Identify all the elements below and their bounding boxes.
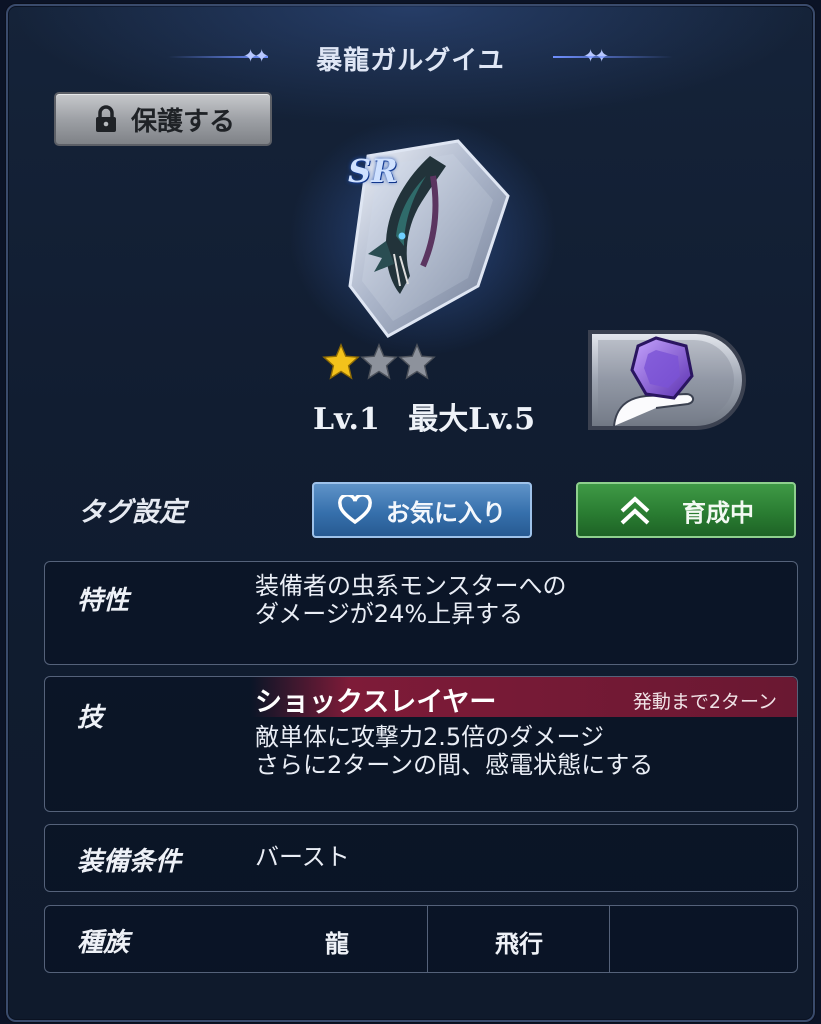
item-detail-window: ✦✦ 暴龍ガルグイユ ✦✦ 保護する SR Lv.1 最大Lv.5 タグ設定 お… [6, 4, 815, 1022]
race-cell-3 [609, 906, 798, 972]
favorite-label: お気に入り [386, 498, 506, 527]
heart-icon [338, 495, 372, 525]
double-chevron-up-icon [620, 496, 650, 525]
trait-panel: 特性 装備者の虫系モンスターへの ダメージが24%上昇する [44, 561, 798, 665]
race-label: 種族 [77, 928, 130, 958]
title-row: ✦✦ 暴龍ガルグイユ ✦✦ [8, 36, 813, 80]
training-label: 育成中 [682, 498, 754, 527]
race-value-1: 龍 [325, 930, 349, 958]
enhance-gem-button[interactable] [586, 328, 746, 432]
skill-name: ショックスレイヤー [255, 687, 497, 718]
star-rating [322, 342, 436, 380]
lock-icon [95, 105, 116, 132]
skill-label: 技 [77, 703, 104, 733]
rarity-badge: SR [348, 152, 398, 190]
race-value-2: 飛行 [495, 930, 543, 958]
equip-condition-value: バースト [255, 843, 350, 871]
current-level: Lv.1 [313, 402, 380, 437]
trait-label: 特性 [77, 586, 130, 616]
star-empty-icon [360, 342, 398, 380]
title-ornament-right [553, 56, 673, 58]
max-level: 最大Lv.5 [408, 402, 536, 437]
item-title: 暴龍ガルグイユ [316, 46, 505, 76]
skill-line: さらに2ターンの間、感電状態にする [255, 751, 654, 779]
trait-line: 装備者の虫系モンスターへの [255, 572, 567, 600]
star-filled-icon [322, 342, 360, 380]
trait-text: 装備者の虫系モンスターへの ダメージが24%上昇する [255, 572, 567, 628]
equip-condition-panel: 装備条件 バースト [44, 824, 798, 892]
skill-line: 敵単体に攻撃力2.5倍のダメージ [255, 723, 604, 751]
equip-condition-label: 装備条件 [77, 847, 182, 877]
skill-cooldown: 発動まで2ターン [632, 691, 777, 713]
protect-button[interactable]: 保護する [54, 92, 272, 146]
skill-header: ショックスレイヤー 発動まで2ターン [251, 677, 797, 718]
race-panel: 種族 龍 飛行 [44, 905, 798, 973]
tag-setting-label: タグ設定 [78, 497, 186, 528]
star-empty-icon [398, 342, 436, 380]
trait-line: ダメージが24%上昇する [255, 600, 524, 628]
training-button[interactable]: 育成中 [576, 482, 796, 538]
protect-label: 保護する [130, 106, 235, 137]
skill-panel: ショックスレイヤー 発動まで2ターン 技 敵単体に攻撃力2.5倍のダメージ さら… [44, 676, 798, 812]
level-info: Lv.1 最大Lv.5 [313, 394, 535, 438]
favorite-button[interactable]: お気に入り [312, 482, 532, 538]
skill-description: 敵単体に攻撃力2.5倍のダメージ さらに2ターンの間、感電状態にする [255, 723, 653, 779]
